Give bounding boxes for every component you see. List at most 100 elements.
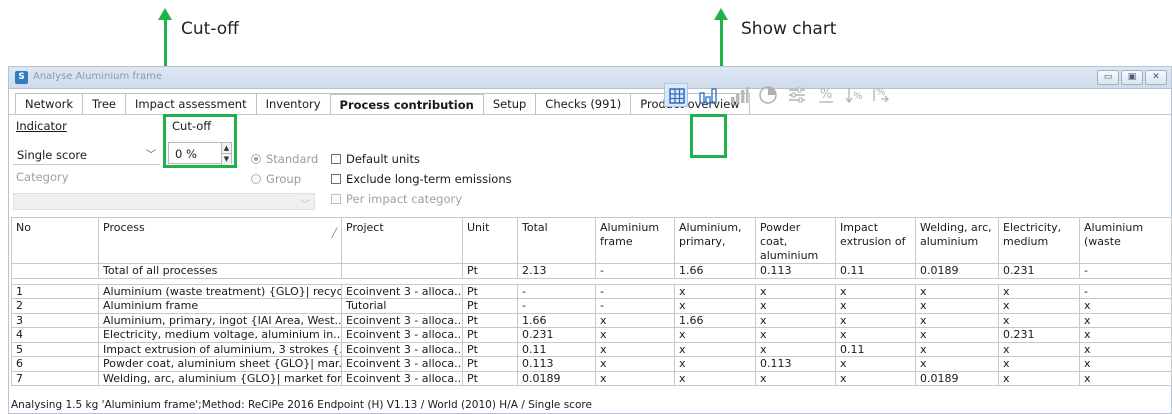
table-row[interactable]: 1 Aluminium (waste treatment) {GLO}| recy… (11, 283, 1172, 299)
tab-impact-assessment[interactable]: Impact assessment (125, 93, 257, 115)
col-project[interactable]: Project (341, 217, 463, 264)
minimize-button[interactable]: ▭ (1097, 70, 1119, 85)
table-cell: 7 (11, 370, 99, 386)
table-cell: Ecoinvent 3 - alloca... (341, 341, 463, 357)
col-total[interactable]: Total (517, 217, 596, 264)
sort-asc-button[interactable]: % (869, 83, 893, 107)
col-aluminium-waste[interactable]: Aluminium (waste (1079, 217, 1172, 264)
table-cell: Aluminium (waste treatment) {GLO}| recyc… (98, 283, 342, 299)
cell: - (1079, 263, 1172, 279)
table-cell: 0.0189 (915, 370, 999, 386)
table-cell: Aluminium frame (98, 298, 342, 314)
tab-network[interactable]: Network (15, 93, 84, 115)
table-row[interactable]: 4 Electricity, medium voltage, aluminium … (11, 327, 1172, 343)
checkbox-icon (331, 174, 341, 184)
table-cell: 5 (11, 341, 99, 357)
tab-setup[interactable]: Setup (482, 93, 537, 115)
tab-tree[interactable]: Tree (82, 93, 126, 115)
cutoff-annotation: Cut-off (181, 19, 239, 39)
table-cell: x (595, 356, 675, 372)
table-cell: Ecoinvent 3 - alloca... (341, 356, 463, 372)
table-row[interactable]: 6 Powder coat, aluminium sheet {GLO}| mar… (11, 356, 1172, 372)
table-cell: 0.11 (517, 341, 596, 357)
col-process[interactable]: Process ╱ (98, 217, 342, 264)
table-cell: x (915, 341, 999, 357)
radio-standard-label: Standard (266, 152, 319, 166)
table-cell: 0.113 (755, 356, 836, 372)
table-cell: x (835, 327, 916, 343)
table-cell: x (755, 341, 836, 357)
title-bar: S Analyse Aluminium frame ▭ ▣ ✕ (9, 67, 1171, 89)
total-row[interactable]: Total of all processes Pt 2.13 - 1.66 0.… (11, 263, 1172, 279)
table-cell: x (998, 370, 1080, 386)
show-chart-button[interactable] (696, 83, 720, 107)
table-cell: x (595, 312, 675, 328)
tab-inventory[interactable]: Inventory (255, 93, 331, 115)
sort-desc-button[interactable]: % (843, 83, 867, 107)
close-button[interactable]: ✕ (1145, 70, 1167, 85)
col-aluminium-primary[interactable]: Aluminium, primary, (674, 217, 756, 264)
table-cell: 0.113 (517, 356, 596, 372)
table-row[interactable]: 3 Aluminium, primary, ingot {IAI Area, We… (11, 312, 1172, 328)
table-cell: - (517, 298, 596, 314)
percent-button[interactable]: % (814, 83, 838, 107)
category-label: Category (16, 170, 69, 184)
table-cell: x (595, 370, 675, 386)
tab-process-contribution[interactable]: Process contribution (329, 93, 484, 115)
table-row[interactable]: 7 Welding, arc, aluminium {GLO}| market f… (11, 370, 1172, 386)
svg-text:%: % (820, 87, 832, 102)
table-cell: Pt (462, 312, 518, 328)
maximize-button[interactable]: ▣ (1121, 70, 1143, 85)
exclude-long-term-label: Exclude long-term emissions (346, 172, 512, 186)
filter-button[interactable] (785, 83, 809, 107)
col-powder-coat[interactable]: Powder coat, aluminium (755, 217, 836, 264)
col-no[interactable]: No (11, 217, 99, 264)
table-cell: x (915, 327, 999, 343)
table-cell: x (915, 283, 999, 299)
table-cell: - (595, 283, 675, 299)
checkbox-icon (331, 154, 341, 164)
table-cell: x (1079, 356, 1172, 372)
show-chart-highlight (690, 114, 727, 158)
table-cell: x (674, 341, 756, 357)
col-unit[interactable]: Unit (462, 217, 518, 264)
table-cell: x (998, 283, 1080, 299)
cell: 2.13 (517, 263, 596, 279)
tab-checks[interactable]: Checks (991) (535, 93, 632, 115)
table-cell: 1.66 (517, 312, 596, 328)
table-cell: Ecoinvent 3 - alloca... (341, 312, 463, 328)
pie-chart-button[interactable] (756, 83, 780, 107)
indicator-select[interactable]: Single score ﹀ (13, 145, 160, 165)
default-units-checkbox[interactable]: Default units (331, 152, 420, 166)
pie-chart-icon (759, 86, 777, 104)
table-icon (669, 88, 685, 104)
bar-chart-icon (699, 88, 717, 104)
table-cell: x (674, 370, 756, 386)
table-cell: 3 (11, 312, 99, 328)
table-cell: x (674, 298, 756, 314)
cell (11, 263, 99, 279)
col-electricity-medium[interactable]: Electricity, medium (998, 217, 1080, 264)
table-cell: x (1079, 327, 1172, 343)
radio-dot-icon (251, 154, 261, 164)
per-impact-checkbox[interactable]: Per impact category (331, 192, 462, 206)
bar-chart-grey-icon (731, 87, 749, 103)
table-cell: 0.231 (517, 327, 596, 343)
sort-percent-desc-icon: % (845, 88, 863, 104)
table-cell: Impact extrusion of aluminium, 3 strokes… (98, 341, 342, 357)
table-cell: x (835, 298, 916, 314)
checkbox-icon (331, 194, 341, 204)
stacked-chart-button[interactable] (727, 83, 751, 107)
col-aluminium-frame[interactable]: Aluminium frame (595, 217, 675, 264)
table-view-button[interactable] (664, 83, 688, 107)
table-row[interactable]: 5 Impact extrusion of aluminium, 3 stroke… (11, 341, 1172, 357)
table-cell: Pt (462, 370, 518, 386)
table-row[interactable]: 2 Aluminium frame Tutorial Pt - - x x x x x x (11, 298, 1172, 314)
category-select[interactable]: ﹀ (13, 193, 315, 211)
exclude-long-term-checkbox[interactable]: Exclude long-term emissions (331, 172, 512, 186)
col-impact-extrusion[interactable]: Impact extrusion of (835, 217, 916, 264)
col-welding-arc[interactable]: Welding, arc, aluminium (915, 217, 999, 264)
radio-standard[interactable]: Standard (251, 152, 318, 166)
cell (341, 263, 463, 279)
radio-group[interactable]: Group (251, 172, 301, 186)
